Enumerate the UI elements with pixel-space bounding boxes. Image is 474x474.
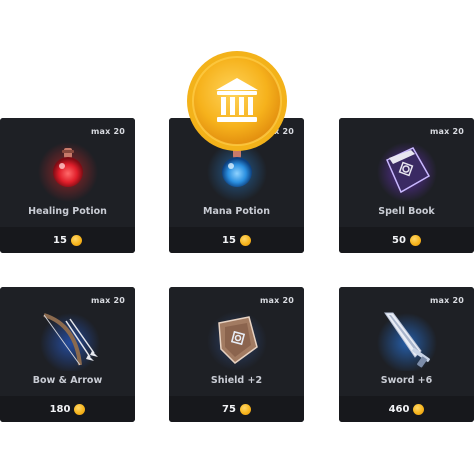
gold-coin-icon bbox=[239, 403, 251, 415]
buy-button[interactable]: 75 bbox=[169, 396, 304, 422]
item-price: 15 bbox=[53, 234, 67, 246]
buy-button[interactable]: 460 bbox=[339, 396, 474, 422]
item-name: Spell Book bbox=[378, 206, 435, 217]
healing-potion-icon bbox=[36, 138, 100, 202]
item-max-label: max 20 bbox=[90, 296, 125, 305]
item-name: Bow & Arrow bbox=[32, 375, 103, 386]
item-price: 75 bbox=[222, 403, 236, 415]
shield-icon bbox=[205, 307, 269, 371]
shop-item-healing-potion[interactable]: max 20 Healing Potion 15 bbox=[0, 118, 135, 253]
item-price: 460 bbox=[388, 403, 410, 415]
item-max-label: max 20 bbox=[429, 296, 464, 305]
item-name: Sword +6 bbox=[380, 375, 433, 386]
buy-button[interactable]: 180 bbox=[0, 396, 135, 422]
item-name: Mana Potion bbox=[203, 206, 270, 217]
bank-building-icon bbox=[187, 51, 287, 151]
shop-item-shield[interactable]: max 20 Shield +2 75 bbox=[169, 287, 304, 422]
gold-coin-icon bbox=[70, 234, 82, 246]
gold-coin-icon bbox=[413, 403, 425, 415]
item-price: 180 bbox=[49, 403, 71, 415]
buy-button[interactable]: 50 bbox=[339, 227, 474, 253]
buy-button[interactable]: 15 bbox=[0, 227, 135, 253]
sword-icon bbox=[375, 307, 439, 371]
shop-item-bow-and-arrow[interactable]: max 20 Bow & Arrow 180 bbox=[0, 287, 135, 422]
item-name: Shield +2 bbox=[210, 375, 263, 386]
item-max-label: max 20 bbox=[259, 296, 294, 305]
shop-item-sword[interactable]: max 20 Sword +6 460 bbox=[339, 287, 474, 422]
bank-coin-badge bbox=[186, 50, 288, 152]
shop-item-spell-book[interactable]: max 20 Spell Book 50 bbox=[339, 118, 474, 253]
gold-coin-icon bbox=[74, 403, 86, 415]
item-price: 15 bbox=[222, 234, 236, 246]
gold-coin-icon bbox=[239, 234, 251, 246]
bow-and-arrow-icon bbox=[36, 307, 100, 371]
gold-coin-icon bbox=[409, 234, 421, 246]
buy-button[interactable]: 15 bbox=[169, 227, 304, 253]
item-max-label: max 20 bbox=[90, 127, 125, 136]
item-price: 50 bbox=[392, 234, 406, 246]
spell-book-icon bbox=[375, 138, 439, 202]
item-name: Healing Potion bbox=[28, 206, 107, 217]
item-max-label: max 20 bbox=[429, 127, 464, 136]
